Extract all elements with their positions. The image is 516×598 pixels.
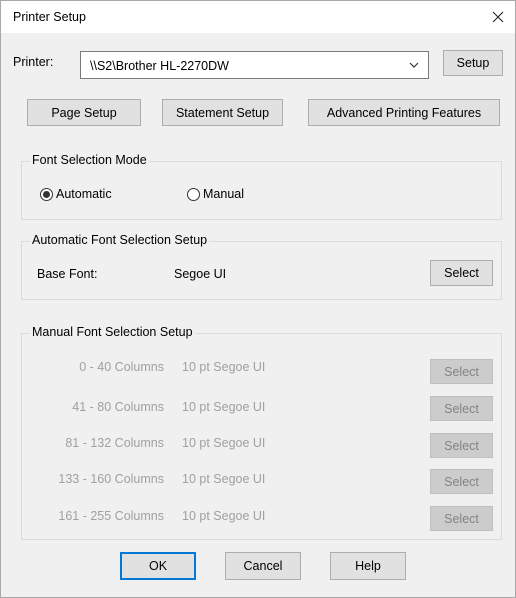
manual-row-columns: 81 - 132 Columns xyxy=(65,436,164,450)
radio-checked-icon xyxy=(40,187,53,201)
printer-combobox-value: \\S2\Brother HL-2270DW xyxy=(90,59,229,73)
manual-radio-label: Manual xyxy=(203,187,244,201)
printer-setup-dialog: Printer Setup Printer: \\S2\Brother HL-2… xyxy=(0,0,516,598)
base-font-select-button[interactable]: Select xyxy=(430,260,493,286)
close-icon[interactable] xyxy=(481,1,515,33)
automatic-font-setup-title: Automatic Font Selection Setup xyxy=(30,233,210,247)
manual-row-font: 10 pt Segoe UI xyxy=(182,436,266,450)
manual-row-columns: 0 - 40 Columns xyxy=(79,360,164,374)
statement-setup-button[interactable]: Statement Setup xyxy=(162,99,283,126)
chevron-down-icon xyxy=(409,62,419,68)
manual-row-columns: 161 - 255 Columns xyxy=(58,509,164,523)
printer-combobox[interactable]: \\S2\Brother HL-2270DW xyxy=(80,51,429,79)
help-button[interactable]: Help xyxy=(330,552,406,580)
manual-row-font: 10 pt Segoe UI xyxy=(182,400,266,414)
font-selection-mode-title: Font Selection Mode xyxy=(30,153,149,167)
manual-row-columns: 133 - 160 Columns xyxy=(58,472,164,486)
cancel-button[interactable]: Cancel xyxy=(225,552,301,580)
manual-row-font: 10 pt Segoe UI xyxy=(182,509,266,523)
manual-row-font: 10 pt Segoe UI xyxy=(182,472,266,486)
page-setup-button[interactable]: Page Setup xyxy=(27,99,141,126)
manual-row-font: 10 pt Segoe UI xyxy=(182,360,266,374)
manual-row-columns: 41 - 80 Columns xyxy=(72,400,164,414)
automatic-radio[interactable]: Automatic xyxy=(40,187,112,201)
printer-setup-button[interactable]: Setup xyxy=(443,50,503,76)
manual-radio[interactable]: Manual xyxy=(187,187,244,201)
advanced-printing-features-button[interactable]: Advanced Printing Features xyxy=(308,99,500,126)
manual-row-select-button[interactable]: Select xyxy=(430,396,493,421)
base-font-label: Base Font: xyxy=(37,267,98,281)
title-bar: Printer Setup xyxy=(1,1,515,33)
manual-row-select-button[interactable]: Select xyxy=(430,506,493,531)
ok-button[interactable]: OK xyxy=(120,552,196,580)
manual-row-select-button[interactable]: Select xyxy=(430,359,493,384)
manual-row-select-button[interactable]: Select xyxy=(430,469,493,494)
manual-font-setup-title: Manual Font Selection Setup xyxy=(30,325,195,339)
automatic-radio-label: Automatic xyxy=(56,187,112,201)
manual-row-select-button[interactable]: Select xyxy=(430,433,493,458)
window-title: Printer Setup xyxy=(13,10,86,24)
base-font-value: Segoe UI xyxy=(174,267,227,281)
radio-unchecked-icon xyxy=(187,187,200,201)
printer-label: Printer: xyxy=(13,55,54,69)
